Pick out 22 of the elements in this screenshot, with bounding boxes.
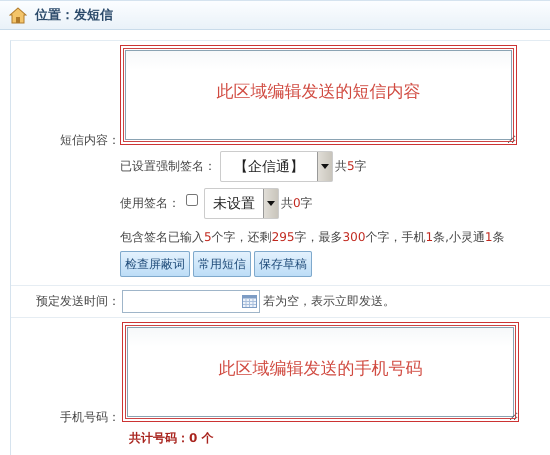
- char-count: 共0字: [281, 195, 313, 212]
- action-button[interactable]: 保存草稿: [254, 251, 312, 277]
- action-button[interactable]: 常用短信: [193, 251, 251, 277]
- message-textarea[interactable]: 此区域编辑发送的短信内容: [120, 45, 517, 145]
- action-button[interactable]: 检查屏蔽词: [120, 251, 190, 277]
- field-label: 手机号码：: [59, 409, 120, 426]
- number-count: 共计号码：0 个: [129, 430, 215, 447]
- signature-checkbox[interactable]: [186, 194, 198, 206]
- signature-select[interactable]: 【企信通】: [220, 151, 333, 182]
- field-label: 已设置强制签名：: [120, 158, 216, 175]
- field-label: 使用签名：: [120, 195, 180, 212]
- char-count: 共5字: [335, 158, 367, 175]
- summary-text: 包含签名已输入5个字，还剩295字，最多300个字，手机1条,小灵通1条: [120, 229, 506, 246]
- calendar-icon[interactable]: [242, 295, 257, 308]
- phone-textarea[interactable]: 此区域编辑发送的手机号码: [122, 322, 519, 422]
- field-label: 预定发送时间：: [35, 293, 120, 310]
- home-icon: [9, 6, 27, 24]
- hint-text: 若为空，表示立即发送。: [263, 293, 395, 310]
- field-label: 短信内容：: [59, 132, 120, 149]
- breadcrumb-title: 位置：发短信: [35, 7, 113, 24]
- date-field[interactable]: [122, 290, 260, 313]
- signature-select[interactable]: 未设置: [204, 188, 279, 219]
